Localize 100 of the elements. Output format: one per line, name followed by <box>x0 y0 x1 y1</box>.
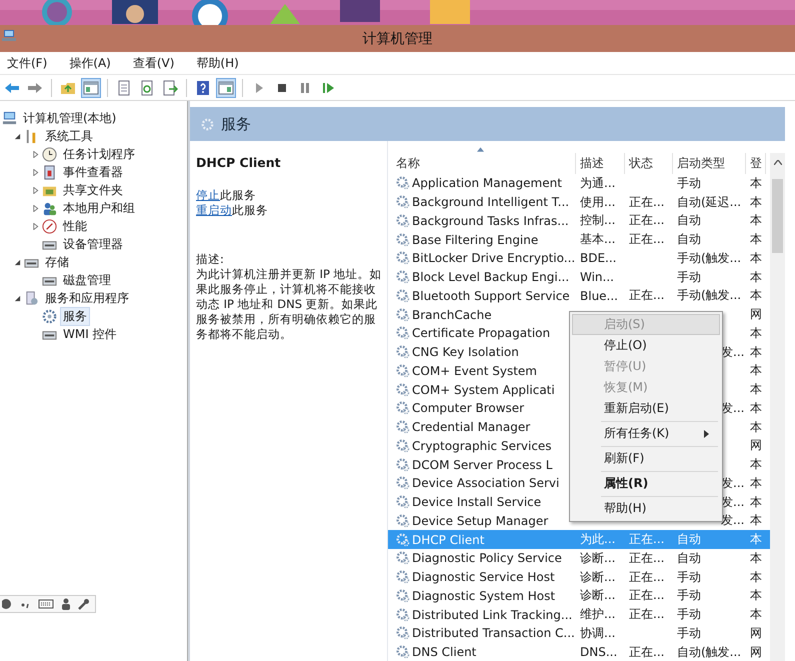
expanded-arrow-icon[interactable] <box>14 294 21 302</box>
collapsed-arrow-icon[interactable] <box>32 222 39 230</box>
table-cell: 正在... <box>629 194 664 209</box>
table-cell: 本 <box>750 607 762 622</box>
tree-item[interactable]: 系统工具 <box>42 126 96 146</box>
menu-item[interactable]: 属性(R) <box>572 473 720 494</box>
gear-icon <box>396 532 410 547</box>
collapsed-arrow-icon[interactable] <box>32 186 39 194</box>
table-cell: 自动 <box>677 213 701 228</box>
gear-icon <box>200 116 215 132</box>
tree-item[interactable]: 服务和应用程序 <box>42 288 132 308</box>
gear-icon <box>396 195 410 210</box>
table-cell: 本 <box>750 550 762 565</box>
table-cell: DNS... <box>580 645 618 660</box>
table-cell: 手动 <box>677 176 701 190</box>
column-header[interactable]: 登 <box>746 153 766 174</box>
submenu-arrow-icon <box>704 430 709 438</box>
person-icon[interactable] <box>60 598 72 610</box>
apps-icon <box>24 290 39 306</box>
description-text: 为此计算机注册并更新 IP 地址。如果此服务停止，计算机将不能接收动态 IP 地址和 DNS 更新。如果此服务被禁用，所有明确依赖它的服务都将不能启动。 <box>196 267 383 342</box>
table-cell: Computer Browser <box>412 401 524 416</box>
pane-icon[interactable] <box>216 78 236 98</box>
service-name: DHCP Client <box>196 155 282 170</box>
tree-item[interactable]: 存储 <box>42 252 72 272</box>
gear-icon <box>396 608 410 622</box>
menu-item[interactable]: 刷新(F) <box>572 448 720 469</box>
menu-item[interactable]: 帮助(H) <box>196 54 239 72</box>
clock-icon <box>42 146 57 162</box>
table-cell: Distributed Link Tracking... <box>412 608 572 622</box>
gear-icon <box>396 626 410 640</box>
gear-icon <box>396 308 410 322</box>
menu-item[interactable]: 所有任务(K) <box>572 423 720 444</box>
table-cell: 诊断... <box>580 588 616 602</box>
expanded-arrow-icon[interactable] <box>14 258 21 266</box>
table-cell: 网 <box>750 438 762 452</box>
collapsed-arrow-icon[interactable] <box>32 204 39 212</box>
scroll-thumb[interactable] <box>772 179 783 253</box>
action-text: 停止此服务 <box>196 188 257 203</box>
table-cell: Bluetooth Support Service <box>412 288 570 303</box>
computer-icon <box>2 110 17 126</box>
tree-item[interactable]: 设备管理器 <box>60 234 126 254</box>
gear-icon <box>396 176 410 190</box>
table-cell: 自动(触发... <box>677 644 742 659</box>
tree-item[interactable]: 服务 <box>60 306 90 326</box>
table-cell: Distributed Transaction C... <box>412 626 575 640</box>
table-cell: 手动(触发... <box>677 250 742 265</box>
log-icon <box>42 164 57 180</box>
gear-icon <box>396 326 410 340</box>
tree-item[interactable]: 磁盘管理 <box>60 270 114 290</box>
column-header[interactable]: 状态 <box>625 153 673 174</box>
table-cell: 发... <box>721 513 744 528</box>
gear-icon <box>42 308 57 324</box>
scroll-up-icon[interactable] <box>774 160 782 165</box>
tree-item[interactable]: 共享文件夹 <box>60 180 126 200</box>
menu-item[interactable]: 操作(A) <box>69 54 111 72</box>
table-cell: 维护... <box>580 607 616 622</box>
table-cell: Diagnostic System Host <box>412 588 556 603</box>
column-header[interactable]: 描述 <box>576 153 625 174</box>
collapsed-arrow-icon[interactable] <box>32 168 39 176</box>
tree-item[interactable]: 计算机管理(本地) <box>20 108 120 128</box>
column-header[interactable]: 名称 <box>396 153 576 174</box>
action-link[interactable]: 重启动 <box>196 203 232 217</box>
table-cell: 本 <box>750 513 762 528</box>
window-title: 计算机管理 <box>362 30 432 48</box>
pane-icon[interactable] <box>81 78 101 98</box>
expanded-arrow-icon[interactable] <box>14 132 21 140</box>
table-cell: 正在... <box>629 644 664 659</box>
keyboard-icon[interactable] <box>38 598 54 610</box>
table-cell: 手动(触发... <box>677 288 742 302</box>
scrollbar[interactable] <box>770 153 785 661</box>
tree-item[interactable]: 任务计划程序 <box>60 144 138 164</box>
tree-item[interactable]: WMI 控件 <box>60 324 120 344</box>
gear-icon <box>396 438 410 453</box>
action-link[interactable]: 停止 <box>196 188 220 202</box>
table-cell: 正在... <box>629 532 664 546</box>
menu-item[interactable]: 查看(V) <box>132 54 174 72</box>
gear-icon <box>396 214 410 228</box>
column-header[interactable]: 启动类型 <box>673 153 746 174</box>
tree-item[interactable]: 性能 <box>60 216 90 236</box>
wrench-icon[interactable] <box>78 598 90 610</box>
table-cell: 自动 <box>677 532 701 546</box>
table-cell: 网 <box>750 307 762 322</box>
users-icon <box>42 200 57 216</box>
tree-item[interactable]: 本地用户和组 <box>60 198 138 218</box>
table-cell: 正在... <box>629 588 664 602</box>
menu-item[interactable]: 重新启动(E) <box>572 398 720 419</box>
tree-item[interactable]: 事件查看器 <box>60 162 126 182</box>
menu-item[interactable]: 文件(F) <box>7 54 48 72</box>
table-cell: Diagnostic Service Host <box>412 570 555 584</box>
description-label: 描述: <box>196 252 225 267</box>
table-cell: 本 <box>750 570 762 584</box>
table-cell: 本 <box>750 194 762 209</box>
collapsed-arrow-icon[interactable] <box>32 150 39 158</box>
menu-item[interactable]: 停止(O) <box>572 335 720 356</box>
table-cell: 手动 <box>677 570 701 584</box>
table-cell: 本 <box>750 270 762 284</box>
table-cell: BDE... <box>580 251 616 266</box>
table-cell: CNG Key Isolation <box>412 345 519 360</box>
table-cell: COM+ Event System <box>412 364 537 378</box>
menu-item[interactable]: 帮助(H) <box>572 498 720 519</box>
